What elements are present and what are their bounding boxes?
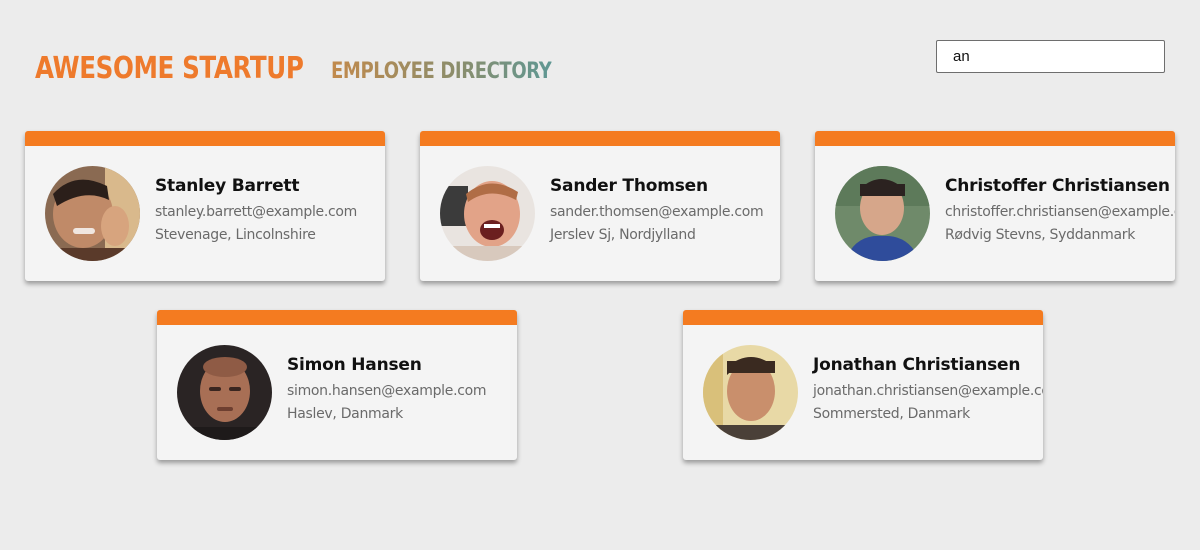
employee-email: jonathan.christiansen@example.com [813,383,1043,399]
avatar [440,166,535,261]
avatar [177,345,272,440]
page-title: AWESOME STARTUP EMPLOYEE DIRECTORY [35,48,600,86]
employee-card[interactable]: Stanley Barrett stanley.barrett@example.… [25,131,385,281]
employee-name: Simon Hansen [287,355,422,375]
avatar [703,345,798,440]
employee-location: Stevenage, Lincolnshire [155,227,316,243]
employee-email: stanley.barrett@example.com [155,204,358,220]
employee-email: simon.hansen@example.com [287,383,487,399]
employee-location: Rødvig Stevns, Syddanmark [945,227,1136,243]
employee-email: christoffer.christiansen@example.com [945,204,1175,220]
employee-location: Sommersted, Danmark [813,406,970,422]
employee-card[interactable]: Christoffer Christiansen christoffer.chr… [815,131,1175,281]
employee-card[interactable]: Sander Thomsen sander.thomsen@example.co… [420,131,780,281]
avatar [835,166,930,261]
employee-card[interactable]: Jonathan Christiansen jonathan.christian… [683,310,1043,460]
employee-name: Christoffer Christiansen [945,176,1170,196]
employee-name: Stanley Barrett [155,176,300,196]
employee-name: Sander Thomsen [550,176,708,196]
avatar [45,166,140,261]
title-sub: EMPLOYEE DIRECTORY [331,59,552,84]
employee-name: Jonathan Christiansen [813,355,1021,375]
title-main: AWESOME STARTUP [35,51,304,86]
employee-card[interactable]: Simon Hansen simon.hansen@example.com Ha… [157,310,517,460]
employee-location: Jerslev Sj, Nordjylland [550,227,696,243]
search-input[interactable] [936,40,1165,73]
employee-email: sander.thomsen@example.com [550,204,764,220]
employee-location: Haslev, Danmark [287,406,403,422]
